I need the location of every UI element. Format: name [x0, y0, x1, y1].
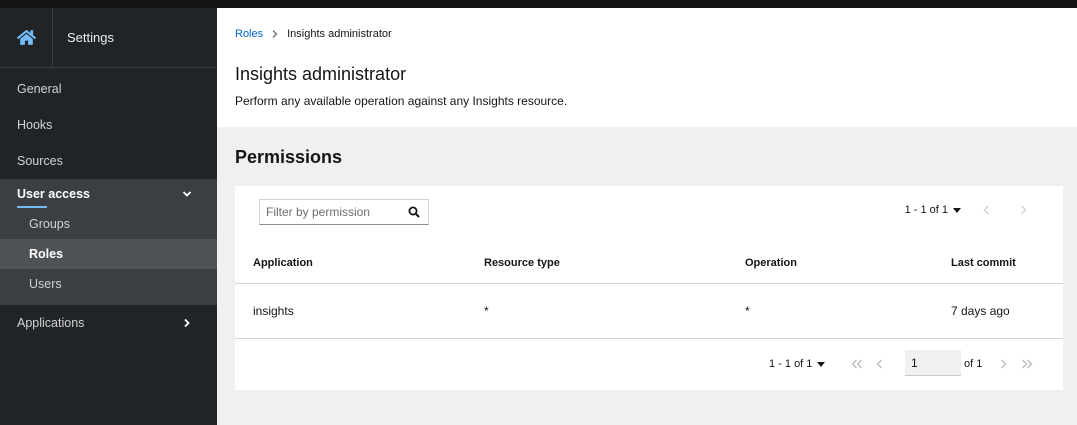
home-button[interactable] [0, 7, 53, 68]
sidebar-group-user-access: User access Groups Roles Users [0, 179, 217, 305]
permissions-card: Filter by permission 1 - 1 of 1 Applicat… [235, 186, 1063, 390]
sidebar-item-groups[interactable]: Groups [0, 209, 217, 239]
filter-permission-placeholder: Filter by permission [266, 205, 371, 219]
page-number-input[interactable]: 1 [905, 350, 961, 376]
previous-page-icon[interactable] [983, 205, 991, 215]
cell-operation: * [745, 283, 951, 339]
breadcrumb-current: Insights administrator [287, 28, 392, 40]
page-header: Roles Insights administrator Insights ad… [217, 8, 1077, 127]
page-count-label: of 1 [964, 358, 983, 370]
breadcrumb: Roles Insights administrator [235, 28, 392, 40]
permissions-title: Permissions [235, 147, 343, 167]
cell-resource-type: * [484, 283, 745, 339]
column-header-resource-type: Resource type [484, 244, 745, 284]
chevron-right-icon [184, 318, 190, 328]
search-icon [408, 206, 420, 218]
cell-last-commit: 7 days ago [951, 283, 1063, 339]
previous-page-icon[interactable] [876, 359, 884, 369]
next-page-icon[interactable] [1019, 205, 1027, 215]
column-header-application: Application [235, 244, 484, 284]
per-page-toggle-bottom[interactable]: 1 - 1 of 1 [769, 358, 826, 370]
sidebar-item-applications-label: Applications [17, 316, 85, 330]
sidebar-group-toggle-user-access[interactable]: User access [0, 179, 217, 209]
cell-application: insights [235, 283, 484, 339]
sidebar-item-hooks[interactable]: Hooks [0, 107, 217, 143]
permissions-table: Application Resource type Operation Last… [235, 244, 1063, 339]
table-row: insights * * 7 days ago [235, 283, 1063, 339]
sidebar-item-users[interactable]: Users [0, 269, 217, 299]
search-button[interactable] [400, 200, 428, 224]
first-page-icon[interactable] [851, 359, 863, 369]
breadcrumb-separator-icon [272, 30, 278, 38]
active-group-indicator [17, 206, 47, 208]
home-icon [16, 30, 36, 45]
sidebar-group-label: User access [17, 187, 90, 201]
pagination-bottom: 1 - 1 of 1 1 of 1 [235, 348, 1063, 380]
per-page-toggle-top[interactable]: 1 - 1 of 1 [905, 204, 961, 216]
sidebar-subnav: Groups Roles Users [0, 209, 217, 305]
pagination-range-top: 1 - 1 of 1 [904, 204, 948, 216]
column-header-last-commit: Last commit [951, 244, 1063, 284]
table-header-row: Application Resource type Operation Last… [235, 244, 1063, 284]
filter-permission-field[interactable]: Filter by permission [259, 199, 429, 225]
sidebar-item-sources[interactable]: Sources [0, 143, 217, 179]
page-description: Perform any available operation against … [235, 94, 568, 108]
sidebar-item-roles[interactable]: Roles [0, 239, 217, 269]
next-page-icon[interactable] [999, 359, 1007, 369]
sidebar-item-applications[interactable]: Applications [0, 305, 217, 341]
breadcrumb-link-roles[interactable]: Roles [235, 28, 263, 40]
caret-down-icon [817, 361, 826, 367]
column-header-operation: Operation [745, 244, 951, 284]
sidebar-header: Settings [0, 7, 217, 68]
pagination-range-bottom: 1 - 1 of 1 [769, 358, 813, 370]
sidebar-title: Settings [67, 30, 114, 45]
caret-down-icon [953, 207, 961, 213]
last-page-icon[interactable] [1021, 359, 1033, 369]
top-masthead-bar [0, 0, 1077, 8]
chevron-down-icon [182, 191, 192, 197]
page-title: Insights administrator [235, 64, 407, 84]
pagination-top: 1 - 1 of 1 [905, 204, 1027, 216]
sidebar-item-general[interactable]: General [0, 71, 217, 107]
sidebar: Settings General Hooks Sources User acce… [0, 7, 217, 425]
